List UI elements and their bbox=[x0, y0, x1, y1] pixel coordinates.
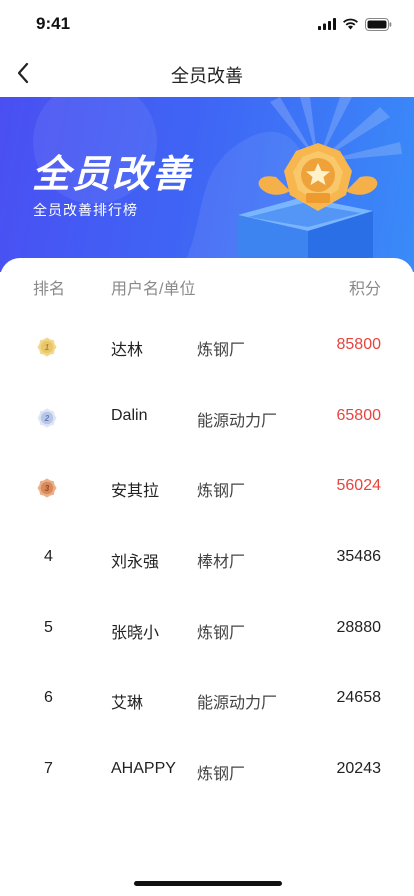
medal-rank-number: 3 bbox=[45, 484, 50, 493]
user-points: 24658 bbox=[336, 689, 382, 707]
rank-number: 7 bbox=[44, 760, 53, 778]
home-indicator[interactable] bbox=[134, 881, 282, 886]
user-points: 35486 bbox=[336, 548, 382, 566]
user-unit: 炼钢厂 bbox=[197, 624, 246, 642]
user-name: 达林 bbox=[111, 342, 144, 359]
user-points: 85800 bbox=[336, 336, 382, 353]
silver-medal-icon: 2 bbox=[37, 408, 57, 428]
user-unit: 能源动力厂 bbox=[197, 412, 278, 430]
status-time: 9:41 bbox=[36, 14, 71, 33]
leaderboard-card: 排名 用户名/单位 积分 1 达林 炼钢厂 85800 2 Dalin 能源动力厂 65800… bbox=[0, 258, 414, 896]
user-unit: 能源动力厂 bbox=[197, 695, 278, 713]
user-name: AHAPPY bbox=[111, 760, 176, 778]
table-row[interactable]: 3 安其拉 炼钢厂 56024 bbox=[0, 451, 414, 522]
user-unit: 棒材厂 bbox=[197, 554, 246, 572]
bronze-medal-icon: 3 bbox=[37, 478, 57, 498]
user-name: 刘永强 bbox=[111, 554, 160, 572]
wifi-icon bbox=[343, 18, 358, 30]
signal-bars-icon bbox=[318, 18, 336, 30]
battery-icon bbox=[365, 17, 392, 31]
status-icons bbox=[318, 17, 392, 31]
medal-rank-number: 2 bbox=[44, 414, 50, 423]
table-row[interactable]: 4 刘永强 棒材厂 35486 bbox=[0, 522, 414, 593]
user-name: Dalin bbox=[111, 406, 148, 424]
user-unit: 炼钢厂 bbox=[197, 483, 246, 501]
leaderboard-list: 1 达林 炼钢厂 85800 2 Dalin 能源动力厂 65800 3 安其拉 炼钢厂 56024 4… bbox=[0, 310, 414, 805]
rank-number: 5 bbox=[44, 618, 53, 636]
table-row[interactable]: 5 张晓小 炼钢厂 28880 bbox=[0, 593, 414, 664]
banner-subtitle: 全员改善排行榜 bbox=[33, 202, 138, 218]
trophy-badge-icon bbox=[238, 143, 378, 272]
status-bar: 9:41 bbox=[0, 0, 414, 50]
header-user-unit: 用户名/单位 bbox=[111, 281, 196, 298]
header-rank: 排名 bbox=[33, 281, 66, 298]
table-row[interactable]: 2 Dalin 能源动力厂 65800 bbox=[0, 381, 414, 452]
table-row[interactable]: 1 达林 炼钢厂 85800 bbox=[0, 310, 414, 381]
user-name: 艾琳 bbox=[111, 695, 144, 713]
user-points: 56024 bbox=[336, 477, 382, 495]
table-row[interactable]: 7 AHAPPY 炼钢厂 20243 bbox=[0, 734, 414, 805]
header-points: 积分 bbox=[348, 281, 381, 298]
rank-number: 4 bbox=[44, 548, 53, 566]
rank-number: 6 bbox=[44, 689, 53, 707]
user-points: 20243 bbox=[336, 760, 382, 778]
user-unit: 炼钢厂 bbox=[197, 342, 246, 359]
user-points: 28880 bbox=[336, 618, 382, 636]
table-header: 排名 用户名/单位 积分 bbox=[0, 275, 414, 298]
user-name: 张晓小 bbox=[111, 624, 160, 642]
user-name: 安其拉 bbox=[111, 483, 160, 501]
user-unit: 炼钢厂 bbox=[197, 766, 246, 784]
banner-title: 全员改善 bbox=[32, 152, 193, 196]
user-points: 65800 bbox=[336, 406, 382, 424]
nav-bar: 全员改善 bbox=[0, 50, 414, 96]
page-title: 全员改善 bbox=[171, 66, 243, 86]
gold-medal-icon: 1 bbox=[37, 337, 57, 357]
medal-rank-number: 1 bbox=[45, 343, 50, 352]
leaderboard-banner: 全员改善 全员改善排行榜 bbox=[0, 97, 414, 272]
table-row[interactable]: 6 艾琳 能源动力厂 24658 bbox=[0, 663, 414, 734]
